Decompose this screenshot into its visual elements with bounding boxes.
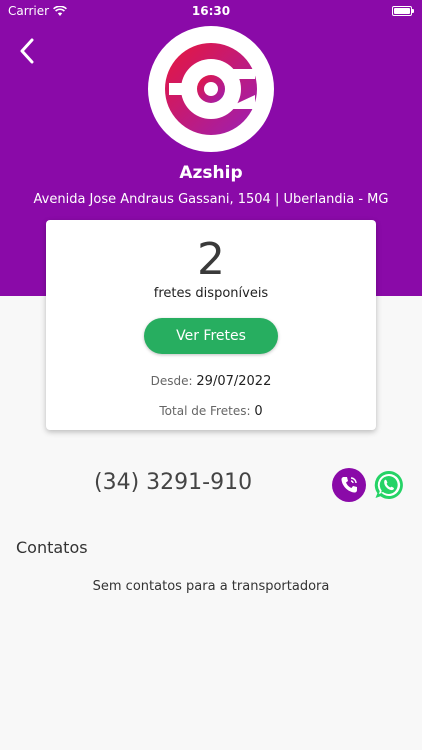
whatsapp-button[interactable]	[372, 468, 406, 502]
no-contacts-message: Sem contatos para a transportadora	[92, 579, 330, 594]
back-arrow-icon	[20, 38, 34, 64]
since-row: Desde: 29/07/2022	[46, 374, 376, 389]
phone-icon	[341, 477, 357, 493]
since-value: 29/07/2022	[196, 374, 272, 389]
freight-label: fretes disponíveis	[153, 286, 269, 301]
phone-number: (34) 3291-910	[94, 470, 253, 495]
total-row: Total de Fretes: 0	[46, 404, 376, 419]
freight-count: 2	[197, 234, 225, 285]
whatsapp-icon	[374, 470, 403, 499]
company-logo	[148, 26, 274, 152]
since-label: Desde:	[150, 374, 193, 388]
status-bar: Carrier 16:30	[0, 0, 422, 22]
view-freights-button[interactable]: Ver Fretes	[144, 318, 278, 354]
total-value: 0	[254, 404, 263, 419]
contacts-section-title: Contatos	[16, 538, 88, 557]
total-label: Total de Fretes:	[159, 404, 251, 418]
battery-icon	[392, 6, 414, 16]
back-button[interactable]	[12, 34, 42, 68]
clock: 16:30	[191, 4, 231, 18]
company-name: Azship	[179, 163, 243, 183]
call-button[interactable]	[332, 468, 366, 502]
company-address: Avenida Jose Andraus Gassani, 1504 | Ube…	[33, 192, 389, 207]
freight-card: 2 fretes disponíveis Ver Fretes Desde: 2…	[46, 220, 376, 430]
